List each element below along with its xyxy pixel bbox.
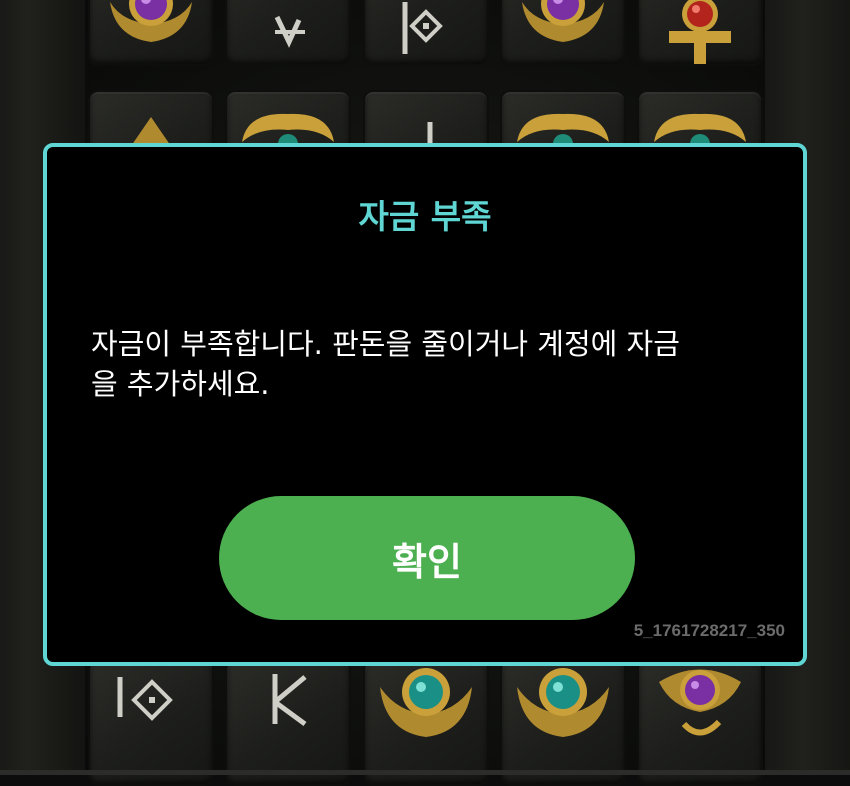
red-gem-ankh-icon: [669, 0, 731, 64]
confirm-button[interactable]: 확인: [219, 496, 635, 620]
board-tile: [637, 660, 763, 786]
board-tile: [225, 660, 351, 786]
board-tile: [88, 0, 214, 66]
session-id-label: 5_1761728217_350: [633, 621, 785, 640]
board-tile: [637, 0, 763, 66]
teal-gem-scarab-icon: [380, 668, 472, 737]
board-tile: [500, 660, 626, 786]
board-floor-edge: [0, 770, 850, 775]
purple-gem-eye-icon: [659, 669, 741, 736]
rune-arrow-icon: [274, 15, 305, 48]
board-tile: [88, 660, 214, 786]
rune-diamond-icon: [402, 2, 443, 54]
teal-gem-scarab-icon: [517, 668, 609, 737]
insufficient-funds-dialog: 자금 부족 자금이 부족합니다. 판돈을 줄이거나 계정에 자금 을 추가하세요…: [43, 143, 807, 666]
rune-k-icon: [272, 674, 307, 727]
dialog-title: 자금 부족: [358, 197, 492, 236]
purple-gem-scarab-icon: [522, 0, 604, 42]
rune-diamond-icon: [117, 677, 173, 721]
board-tile: [363, 0, 489, 66]
board-tile: [363, 660, 489, 786]
purple-gem-scarab-icon: [110, 0, 192, 42]
board-tile: [500, 0, 626, 66]
dialog-message: 자금이 부족합니다. 판돈을 줄이거나 계정에 자금 을 추가하세요.: [91, 327, 680, 401]
board-tile: [225, 0, 351, 66]
